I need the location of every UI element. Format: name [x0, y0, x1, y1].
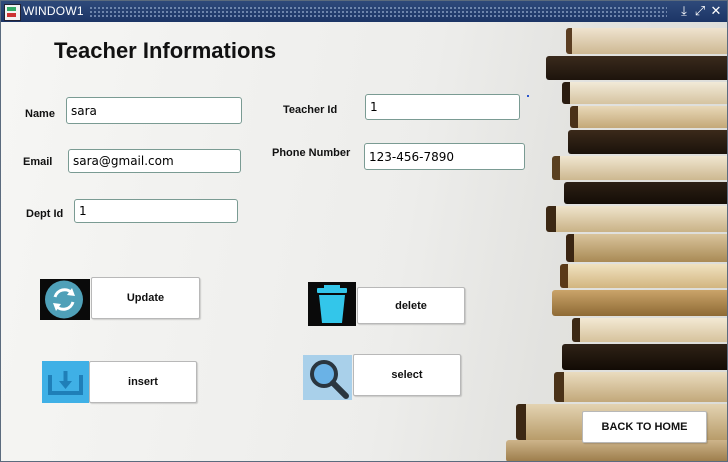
restore-button[interactable]: ⤢: [693, 3, 707, 19]
delete-button[interactable]: delete: [357, 287, 465, 324]
stray-dot: [527, 95, 529, 97]
teacher-id-label: Teacher Id: [283, 104, 338, 116]
tray-download-icon[interactable]: [42, 361, 89, 403]
name-input[interactable]: [66, 97, 242, 124]
teacher-id-input[interactable]: [365, 94, 520, 120]
title-bar-pattern: [89, 6, 667, 17]
select-button[interactable]: select: [353, 354, 461, 396]
phone-number-label: Phone Number: [272, 147, 351, 159]
trash-icon[interactable]: [308, 282, 356, 326]
insert-button[interactable]: insert: [89, 361, 197, 403]
books-background-image: [506, 22, 727, 461]
dept-id-input[interactable]: [74, 199, 238, 223]
back-to-home-button[interactable]: BACK TO HOME: [582, 411, 707, 443]
minimize-button[interactable]: ⤓: [677, 3, 691, 19]
name-label: Name: [25, 108, 55, 120]
app-icon: [4, 4, 21, 21]
phone-number-input[interactable]: [364, 143, 525, 170]
page-title: Teacher Informations: [54, 38, 277, 63]
app-window: WINDOW1 ⤓ ⤢ ✕ Teacher Informations Name …: [0, 0, 728, 462]
magnifier-icon[interactable]: [303, 355, 352, 400]
email-input[interactable]: [68, 149, 241, 173]
form-panel: Teacher Informations Name Email Dept Id …: [1, 22, 727, 461]
close-button[interactable]: ✕: [709, 3, 723, 19]
refresh-icon[interactable]: [40, 279, 90, 320]
email-label: Email: [23, 156, 53, 168]
title-bar[interactable]: WINDOW1 ⤓ ⤢ ✕: [1, 1, 727, 22]
window-title: WINDOW1: [23, 4, 84, 18]
dept-id-label: Dept Id: [26, 208, 64, 220]
update-button[interactable]: Update: [91, 277, 200, 319]
